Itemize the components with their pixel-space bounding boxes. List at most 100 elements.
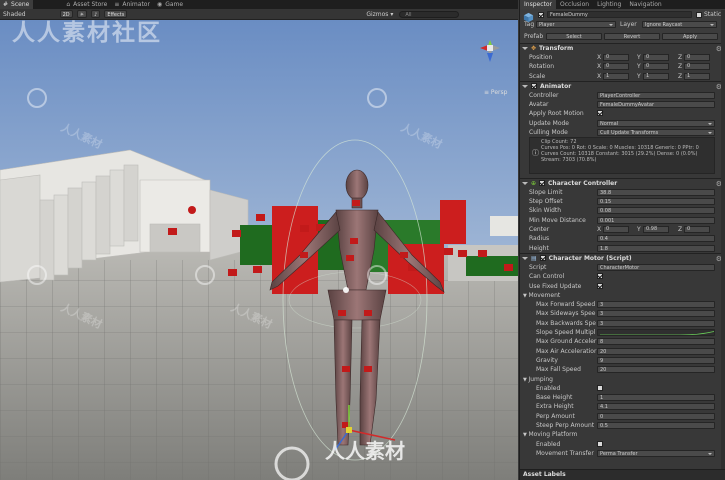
scene-icon: # (3, 1, 9, 8)
tab-scene-label: Scene (11, 1, 30, 8)
property-field[interactable]: 0.5 (597, 422, 715, 430)
property-label: Slope Limit (529, 188, 563, 196)
property-field[interactable]: 38.8 (597, 188, 715, 196)
prefab-apply-button[interactable]: Apply (662, 33, 718, 40)
property-row: Slope Speed Multipl (520, 328, 725, 337)
motor-enabled-checkbox[interactable] (539, 255, 546, 262)
sun-icon[interactable]: ☀ (76, 10, 88, 18)
prefab-revert-button[interactable]: Revert (604, 33, 660, 40)
transform-title: Transform (539, 45, 574, 52)
property-field[interactable]: 3 (597, 310, 715, 318)
foldout-icon[interactable]: ▼ (523, 377, 528, 383)
tab-asset-store[interactable]: ⌂ Asset Store (63, 0, 111, 9)
axis-y-field[interactable]: 0.98 (643, 226, 669, 234)
scene-search-input[interactable]: All (399, 10, 460, 18)
property-checkbox[interactable] (597, 273, 603, 280)
character-motor-header[interactable]: ▤ Character Motor (Script) ⚙ (520, 254, 725, 263)
foldout-icon[interactable]: ▼ (523, 293, 528, 299)
tab-inspector[interactable]: Inspector (520, 0, 556, 9)
axis-y-field[interactable]: 0 (643, 63, 669, 71)
transform-component: ✥ Transform ⚙ Position X 0 Y 0 Z 0 Rotation X 0 Y 0 Z 0… (520, 44, 725, 82)
property-field[interactable]: 1.8 (597, 244, 715, 252)
animator-enabled-checkbox[interactable] (531, 83, 537, 90)
property-label: Max Backwards Spe (536, 319, 596, 327)
axis-x-field[interactable]: 1 (603, 72, 629, 80)
property-field[interactable]: 20 (597, 347, 715, 355)
property-field[interactable]: 0.08 (597, 207, 715, 215)
property-field[interactable]: 0 (597, 412, 715, 420)
tab-navigation[interactable]: Navigation (625, 0, 665, 9)
axis-x-field[interactable]: 0 (603, 226, 629, 234)
asset-labels-bar[interactable]: Asset Labels (520, 469, 725, 480)
layer-dropdown[interactable]: Ignore Raycast (642, 21, 717, 28)
axis-y-label: Y (637, 226, 641, 234)
tab-occlusion[interactable]: Occlusion (556, 0, 593, 9)
property-checkbox[interactable] (597, 110, 603, 117)
foldout-icon[interactable]: ▼ (523, 432, 528, 438)
active-checkbox[interactable] (538, 12, 544, 18)
property-label: Steep Perp Amount (536, 422, 595, 430)
property-dropdown[interactable]: Normal (597, 119, 715, 127)
property-dropdown[interactable]: Cull Update Transforms (597, 129, 715, 137)
info-icon: ⓘ (532, 148, 539, 157)
property-field[interactable]: 8 (597, 338, 715, 346)
property-field[interactable]: 4.1 (597, 403, 715, 411)
object-field[interactable]: PlayerController (597, 91, 715, 99)
shading-dropdown[interactable]: Shaded (3, 11, 26, 18)
axis-z-field[interactable]: 1 (684, 72, 710, 80)
transform-header[interactable]: ✥ Transform ⚙ (520, 44, 725, 53)
prefab-select-button[interactable]: Select (546, 33, 602, 40)
axis-z-field[interactable]: 0 (684, 63, 710, 71)
property-field[interactable]: 3 (597, 301, 715, 309)
axis-z-field[interactable]: 0 (684, 226, 710, 234)
property-label: Skin Width (529, 207, 562, 215)
audio-icon[interactable]: ♪ (91, 10, 101, 18)
info-line: Curves Count: 10318 Constant: 3015 (29.2… (541, 150, 698, 163)
property-label: Culling Mode (529, 129, 568, 137)
property-field[interactable]: 9 (597, 356, 715, 364)
property-checkbox[interactable] (597, 282, 603, 289)
axis-z-field[interactable]: 0 (684, 54, 710, 61)
property-field[interactable]: 0.15 (597, 198, 715, 206)
animator-info-box: Clip Count: 72 Curves Pos: 0 Rot: 0 Scal… (529, 136, 715, 174)
scene-viewport[interactable]: 人人素材 人人素材 人人素材 人人素材 人人素材社区 人人素材 ≡ Persp (0, 20, 518, 480)
axis-x-field[interactable]: 0 (603, 63, 629, 71)
property-checkbox[interactable] (597, 384, 603, 391)
property-field[interactable]: 1 (597, 394, 715, 402)
property-field[interactable]: 0.001 (597, 216, 715, 224)
controller-enabled-checkbox[interactable] (539, 180, 546, 187)
tab-game[interactable]: ◉ Game (154, 0, 187, 9)
tag-dropdown[interactable]: Player (536, 21, 616, 28)
property-row: Max Ground Acceler 8 (520, 337, 725, 346)
mode-2d-button[interactable]: 2D (59, 10, 73, 18)
character-controller-header[interactable]: ⊕ Character Controller ⚙ (520, 179, 725, 188)
axis-x-field[interactable]: 0 (603, 54, 629, 61)
property-checkbox[interactable] (597, 440, 603, 447)
property-field[interactable]: 0.4 (597, 235, 715, 243)
object-field[interactable]: FemaleDummyAvatar (597, 101, 715, 109)
property-field[interactable]: 3 (597, 319, 715, 327)
axis-y-field[interactable]: 0 (643, 54, 669, 61)
axis-y-label: Y (637, 72, 641, 80)
tab-lighting[interactable]: Lighting (593, 0, 625, 9)
static-checkbox[interactable] (696, 12, 702, 18)
persp-label[interactable]: ≡ Persp (484, 89, 507, 96)
property-row: Extra Height 4.1 (520, 402, 725, 411)
curve-field[interactable] (597, 329, 715, 337)
effects-button[interactable]: Effects (104, 10, 128, 18)
store-icon: ⌂ (66, 1, 71, 8)
axis-z-label: Z (678, 72, 683, 80)
property-label: Max Ground Acceler (536, 338, 597, 346)
tab-scene[interactable]: # Scene (0, 0, 34, 9)
animator-header[interactable]: Animator ⚙ (520, 82, 725, 91)
object-field[interactable]: CharacterMotor (597, 263, 715, 271)
gizmos-dropdown[interactable]: Gizmos ▾ (366, 11, 393, 18)
property-row: Steep Perp Amount 0.5 (520, 421, 725, 430)
inspector-scrollbar[interactable] (721, 10, 725, 470)
axis-y-field[interactable]: 1 (643, 72, 669, 80)
property-dropdown[interactable]: Perma Transfer (597, 449, 715, 457)
tab-animator[interactable]: ≡ Animator (111, 0, 154, 9)
object-name-field[interactable]: FemaleDummy (547, 11, 692, 18)
property-label: Radius (529, 235, 550, 243)
property-field[interactable]: 20 (597, 366, 715, 374)
